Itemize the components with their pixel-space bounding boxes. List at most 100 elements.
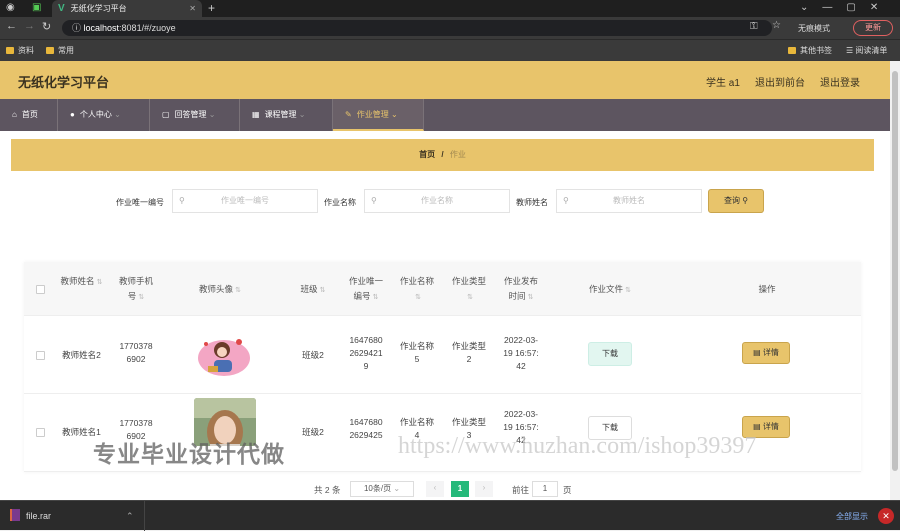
back-icon[interactable]: ← [6, 20, 17, 32]
reload-icon[interactable]: ↻ [42, 20, 51, 33]
close-download-bar-icon[interactable]: ✕ [878, 508, 894, 524]
homework-name-input[interactable]: ⚲ 作业名称 [364, 189, 510, 213]
col-class[interactable]: 班级 ⇅ [290, 282, 336, 298]
row-checkbox[interactable] [36, 428, 45, 437]
star-icon[interactable]: ☆ [772, 20, 781, 31]
update-button[interactable]: 更新 [853, 20, 893, 36]
doc-icon: ▤ [753, 348, 761, 357]
new-tab-icon[interactable]: + [208, 1, 215, 15]
browser-menu-icon[interactable]: ◉ [6, 2, 15, 13]
search-icon: ⚲ [742, 196, 749, 205]
row-checkbox[interactable] [36, 351, 45, 360]
nav-item-homework[interactable]: ✎ 作业管理 ⌄ [333, 99, 424, 131]
sort-icon: ⇅ [625, 287, 631, 294]
key-icon[interactable]: ⚿ [750, 21, 758, 32]
page-1-button[interactable]: 1 [451, 481, 469, 497]
table-header: 教师姓名 ⇅ 教师手机号 ⇅ 教师头像 ⇅ 班级 ⇅ 作业唯一 编号 ⇅ 作业名称 ⇅ 作业类… [24, 262, 861, 316]
col-homework-file[interactable]: 作业文件 ⇅ [570, 282, 650, 298]
sort-icon: ⇅ [96, 279, 103, 286]
doc-icon: ▤ [753, 422, 761, 431]
homework-id-label: 作业唯一编号 [116, 198, 164, 207]
detail-button[interactable]: ▤ 详情 [742, 342, 790, 364]
window-controls[interactable]: ⌄—▢✕ [800, 2, 892, 13]
doc-icon: ▢ [162, 110, 170, 119]
bookmark-folder-1[interactable]: 资料 [6, 45, 34, 56]
nav-item-courses[interactable]: ▦ 课程管理 ⌄ [240, 99, 333, 131]
homework-type-cell: 作业类型 2 [451, 341, 486, 364]
search-form: 作业唯一编号 ⚲ 作业唯一编号 作业名称 ⚲ 作业名称 教师姓名 ⚲ 教师姓名 查询 … [0, 189, 890, 215]
breadcrumb-current: 作业 [449, 150, 466, 159]
incognito-label[interactable]: 无痕模式 [798, 23, 830, 34]
prev-page-button[interactable]: ‹ [426, 481, 444, 497]
folder-icon [46, 47, 54, 54]
sort-icon: ⇅ [319, 287, 326, 294]
chevron-down-icon: ⌄ [393, 484, 401, 493]
breadcrumb: 首页 / 作业 [11, 139, 874, 171]
search-icon: ⚲ [563, 196, 569, 205]
total-count: 共 2 条 [314, 485, 341, 495]
homework-name-label: 作业名称 [324, 198, 356, 207]
folder-icon [6, 47, 14, 54]
chevron-down-icon: ⌄ [390, 110, 398, 119]
homework-id-input[interactable]: ⚲ 作业唯一编号 [172, 189, 318, 213]
forward-icon[interactable]: → [24, 20, 35, 32]
browser-tab-active[interactable]: V 无纸化学习平台 ✕ [52, 0, 202, 17]
url-field[interactable]: ⓘ localhost:8081/#/zuoye [62, 20, 772, 36]
reading-list[interactable]: ☰ 阅读清单 [846, 45, 887, 56]
col-publish-time[interactable]: 作业发布 时间 ⇅ [498, 274, 544, 305]
sort-icon: ⇅ [235, 287, 241, 294]
col-homework-type[interactable]: 作业类型 ⇅ [446, 274, 492, 305]
breadcrumb-sep: / [441, 150, 444, 159]
show-all-downloads-link[interactable]: 全部显示 [836, 511, 868, 522]
next-page-button[interactable]: › [475, 481, 493, 497]
bookmark-folder-2[interactable]: 常用 [46, 45, 74, 56]
nav-item-personal[interactable]: ● 个人中心 ⌄ [58, 99, 150, 131]
page-size-select[interactable]: 10条/页 ⌄ [350, 481, 414, 497]
close-tab-icon[interactable]: ✕ [189, 4, 196, 13]
col-teacher-avatar[interactable]: 教师头像 ⇅ [184, 282, 256, 298]
home-icon: ⌂ [12, 110, 17, 119]
chevron-down-icon: ⌄ [208, 110, 216, 119]
nav-item-answers[interactable]: ▢ 回答管理 ⌄ [150, 99, 240, 131]
tab-title: 无纸化学习平台 [70, 4, 127, 13]
download-button[interactable]: 下载 [588, 342, 632, 366]
search-icon: ⚲ [371, 196, 377, 205]
sort-icon: ⇅ [372, 294, 379, 301]
logout-link[interactable]: 退出登录 [820, 74, 860, 89]
chevron-up-icon[interactable]: ⌃ [126, 501, 134, 531]
scrollbar-thumb[interactable] [892, 71, 898, 471]
teacher-phone-cell: 1770378 6902 [119, 341, 153, 364]
site-title: 无纸化学习平台 [18, 75, 110, 90]
watermark-right: https://www.huzhan.com/ishop39397 [398, 433, 757, 459]
col-actions: 操作 [758, 284, 776, 294]
other-bookmarks[interactable]: 其他书签 [788, 45, 832, 56]
col-homework-id[interactable]: 作业唯一 编号 ⇅ [342, 274, 390, 305]
homework-id-cell: 1647680 2629421 9 [349, 335, 383, 371]
grid-icon: ▦ [252, 110, 260, 119]
back-to-front-link[interactable]: 退出到前台 [755, 74, 805, 89]
archive-file-icon [10, 509, 20, 521]
col-homework-name[interactable]: 作业名称 ⇅ [394, 274, 440, 305]
download-item[interactable]: file.rar ⌃ [0, 501, 145, 531]
browser-tab-bar: ◉ ▣ V 无纸化学习平台 ✕ + ⌄—▢✕ [0, 0, 900, 17]
sort-icon: ⇅ [527, 294, 534, 301]
search-icon: ⚲ [179, 196, 185, 205]
nav-item-home[interactable]: ⌂ 首页 [0, 99, 58, 131]
pinned-tab-icon[interactable]: ▣ [32, 2, 41, 13]
select-all-checkbox[interactable] [36, 285, 45, 294]
col-teacher-name[interactable]: 教师姓名 ⇅ [54, 274, 109, 290]
address-bar: ← → ↻ ⓘ localhost:8081/#/zuoye ⚿ ☆ 无痕模式 … [0, 17, 900, 39]
query-button[interactable]: 查询 ⚲ [708, 189, 764, 213]
bookmarks-bar: 资料 常用 其他书签 ☰ 阅读清单 [0, 39, 900, 61]
app-viewport: 无纸化学习平台 学生 a1 退出到前台 退出登录 ⌂ 首页 ● 个人中心 ⌄ ▢ 回答… [0, 61, 890, 500]
user-icon: ● [70, 110, 75, 119]
goto-label: 前往 [512, 485, 530, 495]
page-scrollbar[interactable] [890, 61, 900, 500]
col-teacher-phone[interactable]: 教师手机号 ⇅ [112, 274, 160, 305]
goto-page-input[interactable]: 1 [532, 481, 558, 497]
nav-menu: ⌂ 首页 ● 个人中心 ⌄ ▢ 回答管理 ⌄ ▦ 课程管理 ⌄ ✎ 作业管理 ⌄ [0, 99, 890, 131]
teacher-name-input[interactable]: ⚲ 教师姓名 [556, 189, 702, 213]
download-bar: file.rar ⌃ 全部显示 ✕ [0, 500, 900, 531]
breadcrumb-home[interactable]: 首页 [419, 150, 435, 159]
pagination: 共 2 条 10条/页 ⌄ ‹ 1 › 前往 1 页 [0, 481, 890, 499]
